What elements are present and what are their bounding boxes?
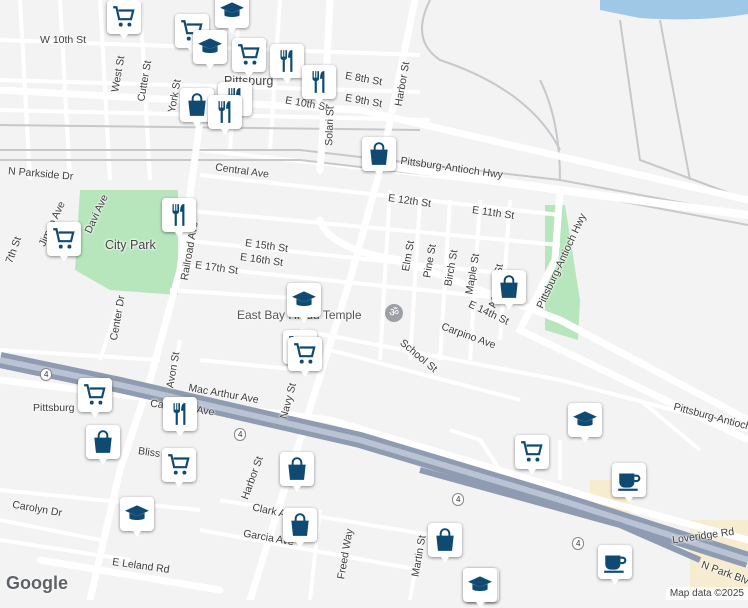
shopping-cart-icon	[519, 439, 545, 465]
map-pin-graduation-cap[interactable]	[463, 568, 497, 608]
shopping-bag-icon	[90, 429, 116, 455]
map-pin-restaurant[interactable]	[208, 95, 242, 135]
map-pin-shopping-cart[interactable]	[162, 448, 196, 488]
map-pin-shopping-bag[interactable]	[86, 425, 120, 465]
map-pin-shopping-cart[interactable]	[107, 0, 141, 40]
map-pin-shopping-cart[interactable]	[78, 378, 112, 418]
map-pin-shopping-bag[interactable]	[280, 452, 314, 492]
restaurant-icon	[166, 202, 192, 228]
shopping-cart-icon	[166, 452, 192, 478]
graduation-cap-icon	[467, 572, 493, 598]
map-pin-shopping-bag[interactable]	[428, 523, 462, 563]
shopping-bag-icon	[432, 527, 458, 553]
graduation-cap-icon	[124, 501, 150, 527]
map-pin-shopping-bag[interactable]	[492, 270, 526, 310]
shopping-bag-icon	[284, 456, 310, 482]
temple-icon: ॐ	[385, 304, 403, 322]
shopping-cart-icon	[82, 382, 108, 408]
restaurant-icon	[212, 99, 238, 125]
map-pin-coffee[interactable]	[598, 545, 632, 585]
map-pin-shopping-cart[interactable]	[288, 337, 322, 377]
shopping-bag-icon	[366, 141, 392, 167]
map-pin-graduation-cap[interactable]	[193, 30, 227, 70]
highway-4	[0, 352, 748, 568]
restaurant-icon	[274, 48, 300, 74]
google-logo: Google	[6, 573, 68, 593]
graduation-cap-icon	[572, 407, 598, 433]
shopping-bag-icon	[496, 274, 522, 300]
coffee-icon	[616, 467, 642, 493]
map-pin-restaurant[interactable]	[302, 65, 336, 105]
shopping-cart-icon	[111, 4, 137, 30]
shopping-cart-icon	[236, 42, 262, 68]
graduation-cap-icon	[219, 0, 245, 24]
coffee-icon	[602, 549, 628, 575]
map-pin-graduation-cap[interactable]	[215, 0, 249, 34]
map-pin-shopping-cart[interactable]	[232, 38, 266, 78]
map-pin-graduation-cap[interactable]	[120, 497, 154, 537]
shopping-bag-icon	[184, 92, 210, 118]
map-attribution[interactable]: Map data ©2025	[665, 587, 748, 600]
restaurant-icon	[167, 401, 193, 427]
shopping-bag-icon	[287, 512, 313, 538]
restaurant-icon	[306, 69, 332, 95]
map-pin-graduation-cap[interactable]	[287, 283, 321, 323]
map-pin-restaurant[interactable]	[270, 44, 304, 84]
graduation-cap-icon	[197, 34, 223, 60]
map-canvas[interactable]	[0, 0, 748, 600]
shopping-cart-icon	[51, 226, 77, 252]
map-pin-restaurant[interactable]	[163, 397, 197, 437]
map-pin-shopping-bag[interactable]	[362, 137, 396, 177]
map-pin-coffee[interactable]	[612, 463, 646, 503]
shopping-cart-icon	[292, 341, 318, 367]
river-water	[600, 0, 748, 20]
map-pin-graduation-cap[interactable]	[568, 403, 602, 443]
map-pin-shopping-bag[interactable]	[283, 508, 317, 548]
map-pin-shopping-cart[interactable]	[515, 435, 549, 475]
map-pin-restaurant[interactable]	[162, 198, 196, 238]
map-pin-shopping-cart[interactable]	[47, 222, 81, 262]
graduation-cap-icon	[291, 287, 317, 313]
